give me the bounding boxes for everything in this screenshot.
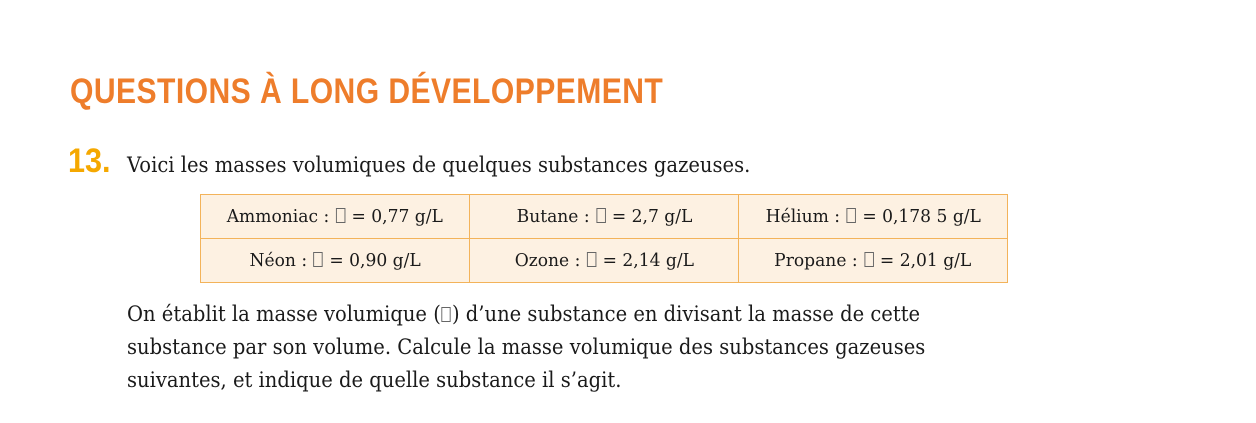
label-separator: : — [828, 206, 846, 227]
density-symbol-icon — [335, 208, 346, 223]
substance-name: Ammoniac — [226, 206, 319, 227]
label-separator: : — [846, 250, 864, 271]
label-separator: : — [577, 206, 595, 227]
table-cell: Butane : = 2,7 g/L — [469, 194, 739, 239]
label-separator: : — [318, 206, 335, 227]
density-symbol-icon — [864, 252, 874, 267]
section-title: QUESTIONS À LONG DÉVELOPPEMENT — [70, 72, 664, 111]
label-equals: = — [596, 250, 623, 271]
label-separator: : — [568, 250, 586, 271]
density-symbol-icon — [586, 252, 596, 267]
table-cell: Ozone : = 2,14 g/L — [469, 238, 739, 283]
table-row: Ammoniac : = 0,77 g/L Butane : = 2,7 g/L… — [200, 194, 1008, 239]
question-body: On établit la masse volumique () d’une s… — [127, 298, 1027, 397]
label-equals: = — [874, 250, 900, 271]
body-line-2: substance par son volume. Calcule la mas… — [127, 335, 926, 359]
substance-value: 0,90 g/L — [349, 250, 421, 271]
substance-value: 0,178 5 g/L — [881, 206, 981, 227]
label-equals: = — [323, 250, 350, 271]
substance-value: 2,7 g/L — [631, 206, 692, 227]
label-equals: = — [346, 206, 372, 227]
question-intro: Voici les masses volumiques de quelques … — [127, 153, 751, 177]
density-symbol-icon — [846, 208, 856, 223]
label-equals: = — [856, 206, 882, 227]
label-equals: = — [605, 206, 632, 227]
substance-name: Hélium — [765, 206, 829, 227]
table-cell: Ammoniac : = 0,77 g/L — [200, 194, 470, 239]
table-cell: Propane : = 2,01 g/L — [738, 238, 1008, 283]
density-symbol-icon — [441, 307, 452, 322]
body-line-3: suivantes, et indique de quelle substanc… — [127, 368, 622, 392]
substance-value: 2,01 g/L — [899, 250, 972, 271]
substance-name: Propane — [774, 250, 847, 271]
substance-name: Butane — [516, 206, 578, 227]
body-line-1: On établit la masse volumique () d’une s… — [127, 302, 921, 326]
question-number: 13. — [68, 142, 111, 180]
substance-value: 0,77 g/L — [371, 206, 444, 227]
table-cell: Néon : = 0,90 g/L — [200, 238, 470, 283]
substance-value: 2,14 g/L — [622, 250, 694, 271]
table-cell: Hélium : = 0,178 5 g/L — [738, 194, 1008, 239]
label-separator: : — [295, 250, 313, 271]
substance-name: Néon — [249, 250, 296, 271]
substance-name: Ozone — [514, 250, 569, 271]
density-symbol-icon — [313, 252, 323, 267]
density-table: Ammoniac : = 0,77 g/L Butane : = 2,7 g/L… — [200, 194, 1008, 283]
density-symbol-icon — [595, 208, 606, 223]
table-row: Néon : = 0,90 g/L Ozone : = 2,14 g/L Pro… — [200, 238, 1008, 283]
